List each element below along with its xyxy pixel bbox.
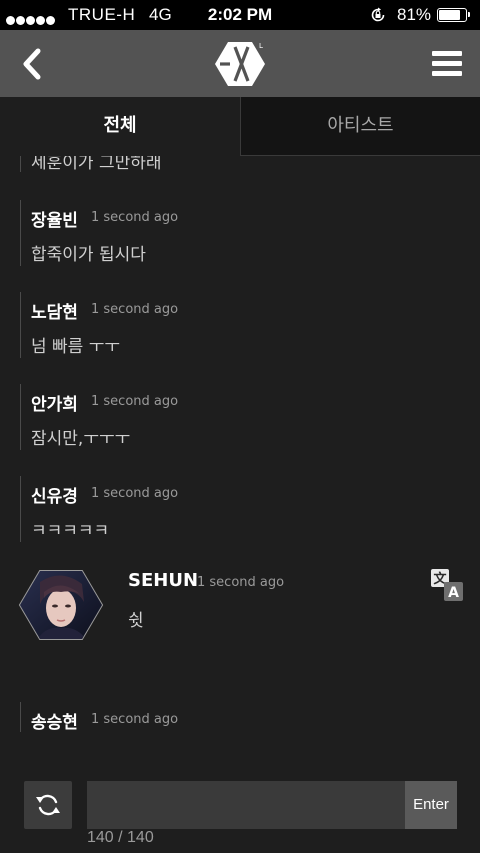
list-item: 송승현 1 second ago (0, 702, 480, 742)
user-name[interactable]: 노담현 (31, 298, 78, 323)
user-name[interactable]: 안가희 (31, 390, 78, 415)
svg-text:L: L (259, 42, 263, 50)
list-item: 장율빈 1 second ago 합죽이가 됩시다 (0, 200, 480, 270)
message-input[interactable] (87, 781, 405, 829)
tab-all[interactable]: 전체 (0, 97, 240, 156)
battery-percentage: 81% (397, 5, 432, 24)
enter-button[interactable]: Enter (405, 781, 457, 829)
tab-artist[interactable]: 아티스트 (240, 97, 480, 156)
back-button[interactable] (14, 44, 54, 84)
message-text: 쉿 (128, 611, 144, 631)
status-bar: TRUE-H 4G 2:02 PM 81% (0, 0, 480, 30)
rotation-lock-icon (371, 7, 385, 22)
svg-text:A: A (448, 585, 459, 601)
app-header: L (0, 30, 480, 97)
menu-button[interactable] (430, 48, 466, 80)
message-time: 1 second ago (197, 575, 285, 590)
tab-bar: 전체 아티스트 (0, 97, 480, 156)
battery-icon (437, 8, 470, 22)
character-counter: 140 / 140 (87, 829, 154, 846)
exo-l-logo: L (215, 42, 265, 86)
list-item: 노담현 1 second ago 넘 빠름 ㅜㅜ (0, 292, 480, 362)
artist-name[interactable]: SEHUN (128, 570, 198, 591)
message-time: 1 second ago (91, 302, 179, 317)
user-name[interactable]: 신유경 (31, 482, 78, 507)
chat-feed[interactable]: 세훈이가 그만하래 장율빈 1 second ago 합죽이가 됩시다 노담현 … (0, 156, 480, 756)
user-name[interactable]: 송승현 (31, 708, 78, 733)
refresh-button[interactable] (24, 781, 72, 829)
message-time: 1 second ago (91, 394, 179, 409)
message-text: 합죽이가 됩시다 (31, 245, 146, 265)
message-text: 잠시만,ㅜㅜㅜ (31, 429, 131, 449)
artist-avatar[interactable] (18, 568, 104, 642)
message-input-bar: Enter 140 / 140 (0, 756, 480, 853)
message-time: 1 second ago (91, 210, 179, 225)
list-item: 세훈이가 그만하래 (0, 156, 480, 176)
message-text: 세훈이가 그만하래 (31, 156, 162, 173)
message-text: 넘 빠름 ㅜㅜ (31, 337, 121, 357)
list-item: 안가희 1 second ago 잠시만,ㅜㅜㅜ (0, 384, 480, 454)
refresh-icon (36, 794, 60, 816)
message-time: 1 second ago (91, 712, 179, 727)
message-time: 1 second ago (91, 486, 179, 501)
translate-icon[interactable]: 文 A (430, 568, 464, 602)
chat-screen: TRUE-H 4G 2:02 PM 81% L 전체 아티스트 세훈이가 그만하… (0, 0, 480, 853)
list-item: 신유경 1 second ago ㅋㅋㅋㅋㅋ (0, 476, 480, 546)
user-name[interactable]: 장율빈 (31, 206, 78, 231)
message-text: ㅋㅋㅋㅋㅋ (31, 521, 110, 541)
artist-message: SEHUN 1 second ago 쉿 文 A (0, 568, 480, 658)
